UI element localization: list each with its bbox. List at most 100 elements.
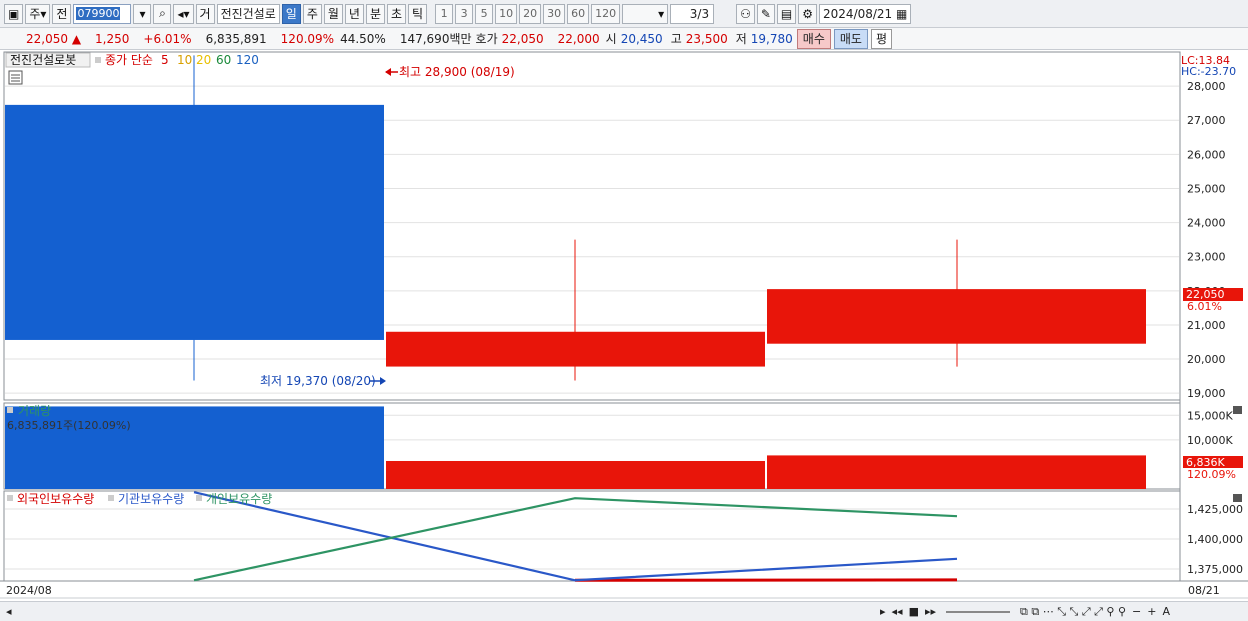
interval-custom-select[interactable]: ▾: [622, 3, 669, 24]
gear-icon[interactable]: ⚙: [798, 3, 818, 24]
legend-stock-name: 전진건설로봇: [10, 53, 76, 67]
interval-60[interactable]: 60: [567, 3, 590, 24]
price-tick-label: 23,000: [1187, 251, 1226, 264]
interval-20[interactable]: 20: [519, 3, 542, 24]
layout-icon[interactable]: ▣: [4, 3, 24, 24]
holdings-bullet-3-icon: [196, 495, 202, 501]
holdings-tick-label: 1,375,000: [1187, 563, 1243, 576]
volume-ratio: 120.09%: [280, 31, 335, 46]
forward-icon[interactable]: ▸▸: [925, 605, 936, 618]
page-indicator: 3/3: [670, 3, 715, 24]
period-year[interactable]: 년: [344, 3, 364, 24]
high-label: 고: [670, 32, 682, 46]
price-tick-label: 24,000: [1187, 217, 1226, 230]
status-bar: ◂ ▸ ◂◂ ■ ▸▸ ⧉ ⧉ ⋯ ⤡ ⤡ ⤢ ⤢ ⚲ ⚲ − + A: [0, 601, 1248, 621]
price-tick-label: 27,000: [1187, 114, 1226, 127]
ask-price: 22,050: [501, 31, 544, 46]
candle-body: [5, 104, 384, 340]
legend-ma-5: 5: [161, 53, 169, 67]
play-icon[interactable]: ▸: [880, 605, 886, 618]
legend-ma-60: 60: [216, 53, 231, 67]
font-icon[interactable]: A: [1162, 605, 1170, 618]
holdings-bullet-2-icon: [108, 495, 114, 501]
candle-body: [386, 331, 765, 367]
price-tick-label: 20,000: [1187, 353, 1226, 366]
period-tick[interactable]: 틱: [408, 3, 428, 24]
volume-bullet-icon: [7, 407, 13, 413]
scroll-left-icon[interactable]: ◂: [6, 605, 12, 618]
interval-3[interactable]: 3: [455, 3, 474, 24]
legend-individual: 개인보유수량: [206, 492, 272, 506]
buy-button[interactable]: 매수: [796, 28, 831, 49]
high-annotation-text: 최고 28,900 (08/19): [399, 65, 515, 79]
volume-tick-label: 15,000K: [1187, 409, 1233, 422]
trade-button[interactable]: 거: [195, 3, 215, 24]
code-dropdown-icon[interactable]: ▾: [133, 3, 152, 24]
draw-icon[interactable]: ✎: [756, 3, 775, 24]
low-annotation: 최저 19,370 (08/20): [260, 374, 386, 388]
binoculars-icon[interactable]: ⚇: [736, 3, 755, 24]
rewind-icon[interactable]: ◂◂: [892, 605, 903, 618]
current-price: 22,050 ▲: [26, 31, 82, 46]
x-label-left: 2024/08: [6, 584, 52, 597]
holdings-tick-label: 1,400,000: [1187, 533, 1243, 546]
interval-1[interactable]: 1: [435, 3, 454, 24]
hoga-label: 호가: [475, 32, 498, 46]
holdings-panel-close-icon[interactable]: [1233, 494, 1242, 502]
quote-bar: 22,050 ▲ 1,250 +6.01% 6,835,891 120.09% …: [0, 28, 1248, 50]
volume-panel-close-icon[interactable]: [1233, 406, 1242, 414]
code-input[interactable]: 079900: [73, 3, 132, 24]
open-label: 시: [605, 32, 617, 46]
stock-name-field: 전진건설로: [216, 3, 280, 24]
save-icon[interactable]: ▤: [776, 3, 797, 24]
interval-30[interactable]: 30: [543, 3, 566, 24]
trade-amount: 147,690백만: [399, 32, 472, 46]
volume-tag-pct: 120.09%: [1187, 468, 1236, 481]
volume-bar: [767, 455, 1146, 489]
stock-type-select[interactable]: 주 ▾: [25, 3, 51, 24]
candle-body: [767, 289, 1146, 344]
average-button[interactable]: 평: [870, 28, 893, 49]
zoom-slider[interactable]: [946, 610, 1011, 613]
period-week[interactable]: 주: [302, 3, 322, 24]
legend-bullet-icon: [95, 57, 101, 63]
interval-5[interactable]: 5: [475, 3, 494, 24]
search-icon[interactable]: ⌕: [153, 3, 172, 24]
prefix-button[interactable]: 전: [52, 3, 72, 24]
price-tick-label: 26,000: [1187, 148, 1226, 161]
period-day[interactable]: 일: [281, 3, 301, 24]
volume-title: 거래량: [18, 404, 51, 418]
zoom-out-icon[interactable]: −: [1132, 605, 1141, 618]
sell-button[interactable]: 매도: [833, 28, 868, 49]
price-change-pct: +6.01%: [143, 31, 192, 46]
date-field[interactable]: 2024/08/21 ▦: [819, 3, 912, 24]
interval-120[interactable]: 120: [591, 3, 621, 24]
period-month[interactable]: 월: [323, 3, 343, 24]
price-tick-label: 28,000: [1187, 80, 1226, 93]
price-change: 1,250: [95, 31, 130, 46]
zoom-in-icon[interactable]: +: [1147, 605, 1156, 618]
low-annotation-text: 최저 19,370 (08/20): [260, 374, 376, 388]
legend-ma-label: 종가 단순: [105, 53, 153, 67]
calendar-icon[interactable]: ▦: [896, 7, 907, 21]
legend-ma-20: 20: [196, 53, 211, 67]
volume-bar: [386, 460, 765, 489]
period-second[interactable]: 초: [387, 3, 407, 24]
period-minute[interactable]: 분: [365, 3, 385, 24]
x-label-right: 08/21: [1188, 584, 1220, 597]
bid-price: 22,000: [557, 31, 600, 46]
legend-institution: 기관보유수량: [118, 492, 184, 506]
high-price: 23,500: [685, 31, 728, 46]
tool-icons[interactable]: ⧉ ⧉ ⋯ ⤡ ⤡ ⤢ ⤢ ⚲ ⚲: [1020, 605, 1126, 619]
open-price: 20,450: [620, 31, 663, 46]
low-label: 저: [735, 32, 747, 46]
interval-10[interactable]: 10: [495, 3, 518, 24]
speaker-icon[interactable]: ◂▾: [173, 3, 194, 24]
price-tick-label: 25,000: [1187, 182, 1226, 195]
volume-readout: 6,835,891주(120.09%): [7, 419, 131, 432]
price-tag-pct: 6.01%: [1187, 300, 1222, 313]
hc-label: HC:-23.70: [1181, 65, 1236, 78]
stop-icon[interactable]: ■: [909, 605, 919, 618]
chart-svg[interactable]: 19,00020,00021,00022,00023,00024,00025,0…: [0, 50, 1248, 601]
legend-ma-10: 10: [177, 53, 192, 67]
